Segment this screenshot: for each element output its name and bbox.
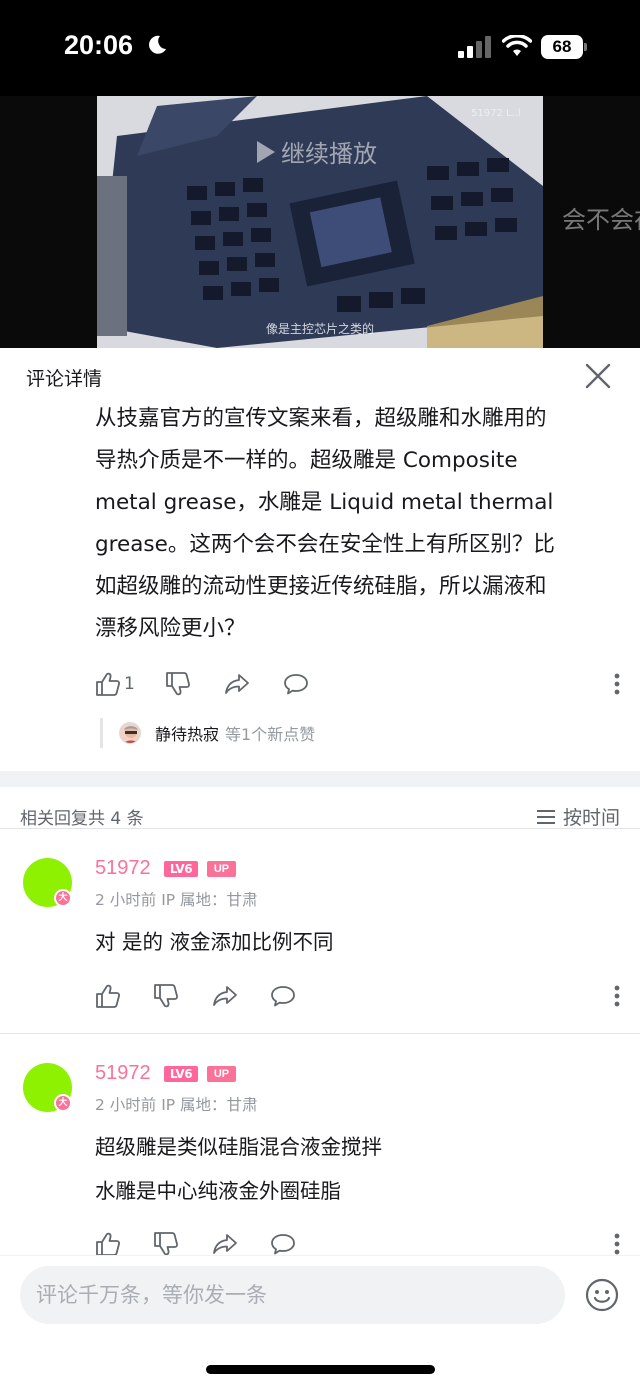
reply-text: 对 是的 液金添加比例不同 [95,920,334,964]
comment-line: 导热介质是不一样的。超级雕是 Composite [95,448,518,473]
divider [0,1033,640,1034]
comment-input[interactable] [20,1266,565,1324]
dislike-button[interactable] [153,981,179,1011]
comment-composer-bar [0,1255,640,1387]
thumb-up-icon [96,672,121,696]
dislike-button[interactable] [165,669,191,699]
sort-button[interactable]: 按时间 [536,803,620,830]
section-divider [0,771,640,787]
up-badge: UP [207,861,236,877]
level-badge: LV6 [164,1066,198,1082]
close-icon[interactable] [584,362,612,390]
level-badge: LV6 [164,861,198,877]
panel-title: 评论详情 [26,368,103,390]
divider [0,828,640,829]
reply-meta: 2 小时前 IP 属地：甘肃 [95,1096,258,1114]
thumb-up-icon [96,984,121,1008]
reply-button[interactable] [270,981,296,1011]
liker-suffix: 等1个新点赞 [225,725,316,744]
sort-label: 按时间 [562,807,620,829]
username[interactable]: 51972 [95,857,151,880]
new-likes-row[interactable]: 静待热寂 等1个新点赞 [100,718,315,748]
signal-icon [458,36,491,58]
status-time: 20:06 [64,30,134,60]
avatar [119,722,141,744]
resume-play-label: 继续播放 [281,140,377,168]
thumb-down-icon [166,672,191,696]
replies-count: 相关回复共 4 条 [20,809,144,829]
thumb-down-icon [154,1232,179,1256]
video-watermark: 51972 L..l [471,108,521,119]
main-comment-actions: 1 [95,669,620,699]
comment-line: grease。这两个会不会在安全性上有所区别？比 [95,532,555,557]
avatar-badge: 大 [54,889,72,907]
liker-name: 静待热寂 [155,725,220,744]
username[interactable]: 51972 [95,1062,151,1085]
home-indicator [206,1365,435,1374]
share-icon [213,1234,237,1254]
avatar-badge: 大 [54,1094,72,1112]
more-icon[interactable] [614,671,620,697]
status-bar: 20:06 68 [0,0,640,96]
reply-meta: 2 小时前 IP 属地：甘肃 [95,891,258,909]
reply-icon [271,1234,295,1255]
more-icon[interactable] [614,983,620,1009]
video-player[interactable]: 继续播放 51972 L..l 像是主控芯片之类的 会不会在 [0,96,640,348]
reply-line: 超级雕是类似硅脂混合液金搅拌 [95,1135,382,1159]
wifi-icon [502,35,532,56]
like-count: 1 [124,674,135,694]
resume-play-button[interactable]: 继续播放 [257,134,377,169]
comment-line: metal grease，水雕是 Liquid metal thermal [95,490,554,515]
main-comment-text: 从技嘉官方的宣传文案来看，超级雕和水雕用的 导热介质是不一样的。超级雕是 Com… [95,398,615,650]
reply-text: 超级雕是类似硅脂混合液金搅拌 水雕是中心纯液金外圈硅脂 [95,1125,382,1213]
video-frame[interactable]: 继续播放 51972 L..l 像是主控芯片之类的 [97,96,543,348]
reply-button[interactable] [283,669,309,699]
thumb-up-icon [96,1232,121,1256]
play-icon [257,140,275,163]
comment-line: 如超级雕的流动性更接近传统硅脂，所以漏液和 [95,574,547,599]
reply-line: 水雕是中心纯液金外圈硅脂 [95,1179,341,1203]
like-button[interactable]: 1 [95,669,135,699]
battery-indicator: 68 [541,35,587,59]
reply-line: 对 是的 液金添加比例不同 [95,930,334,954]
share-button[interactable] [224,669,250,699]
danmaku-text: 会不会在 [562,206,640,234]
sort-icon [536,809,555,824]
battery-tip [584,43,587,51]
moon-icon [149,35,166,54]
share-icon [225,674,249,694]
video-subtitle: 像是主控芯片之类的 [265,322,374,336]
comment-line: 漂移风险更小？ [95,616,246,641]
share-button[interactable] [212,981,238,1011]
battery-level: 68 [541,35,583,59]
emoji-icon[interactable] [585,1278,619,1312]
thumb-down-icon [154,984,179,1008]
up-badge: UP [207,1066,236,1082]
more-icon[interactable] [614,1231,620,1257]
share-icon [213,986,237,1006]
comment-line: 从技嘉官方的宣传文案来看，超级雕和水雕用的 [95,406,547,431]
like-button[interactable] [95,981,121,1011]
reply-actions [95,981,620,1011]
reply-icon [271,986,295,1007]
reply-icon [284,674,308,695]
